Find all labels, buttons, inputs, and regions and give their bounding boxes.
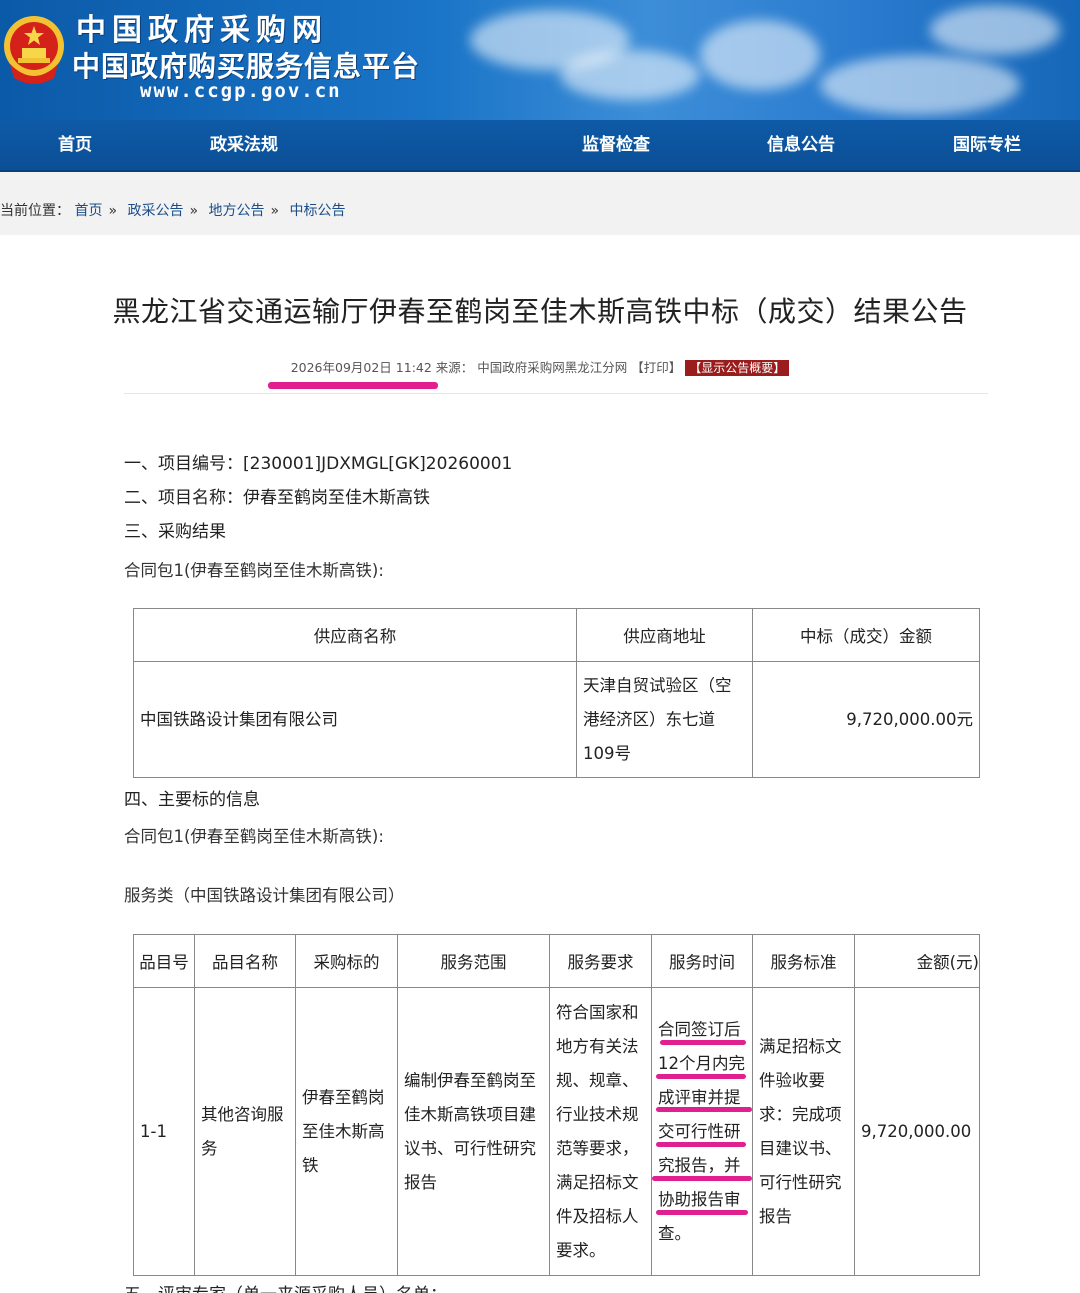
- column-header: 服务时间: [651, 934, 753, 988]
- subject-table: 品目号 品目名称 采购标的 服务范围 服务要求 服务时间 服务标准 金额(元) …: [133, 934, 980, 1276]
- service-type: 服务类（中国铁路设计集团有限公司）: [124, 886, 405, 905]
- column-header: 供应商名称: [133, 608, 577, 662]
- service-standard: 满足招标文件验收要求：完成项目建议书、可行性研究报告: [752, 987, 855, 1276]
- subject-heading: 四、主要标的信息: [124, 790, 260, 810]
- highlight-underline: [652, 1176, 752, 1181]
- award-amount: 9,720,000.00元: [752, 661, 980, 778]
- supplier-address: 天津自贸试验区（空港经济区）东七道109号: [576, 661, 753, 778]
- highlight-underline: [656, 1142, 746, 1147]
- result-table: 供应商名称 供应商地址 中标（成交）金额 中国铁路设计集团有限公司 天津自贸试验…: [133, 608, 980, 778]
- breadcrumb-procurement-notices[interactable]: 政采公告: [127, 203, 183, 219]
- table-row: 中国铁路设计集团有限公司 天津自贸试验区（空港经济区）东七道109号 9,720…: [133, 661, 980, 778]
- breadcrumb-separator: »: [189, 203, 199, 219]
- table-row: 1-1 其他咨询服务 伊春至鹤岗至佳木斯高铁 编制伊春至鹤岗至佳木斯高铁项目建议…: [133, 987, 980, 1276]
- result-heading: 三、采购结果: [124, 522, 226, 542]
- service-time: 合同签订后12个月内完成评审并提交可行性研究报告，并协助报告审查。: [651, 987, 753, 1276]
- experts-heading: 五、评审专家（单一来源采购人员）名单：: [124, 1280, 447, 1293]
- project-number: 一、项目编号：[230001]JDXMGL[GK]20260001: [124, 454, 513, 474]
- column-header: 采购标的: [295, 934, 398, 988]
- package-label: 合同包1(伊春至鹤岗至佳木斯高铁):: [124, 827, 384, 846]
- highlight-underline: [656, 1074, 746, 1079]
- package-label: 合同包1(伊春至鹤岗至佳木斯高铁):: [124, 561, 384, 580]
- item-name: 其他咨询服务: [194, 987, 296, 1276]
- source-name: 中国政府采购网黑龙江分网: [477, 360, 628, 375]
- article-meta: 2026年09月02日 11:42 来源： 中国政府采购网黑龙江分网 【打印】 …: [0, 357, 1080, 376]
- main-nav: 首页 政采法规 监督检查 信息公告 国际专栏: [0, 120, 1080, 172]
- nav-supervision[interactable]: 监督检查: [541, 120, 691, 170]
- amount: 9,720,000.00: [854, 987, 980, 1276]
- nav-international[interactable]: 国际专栏: [912, 120, 1062, 170]
- project-name: 二、项目名称：伊春至鹤岗至佳木斯高铁: [124, 488, 430, 508]
- breadcrumb-separator: »: [270, 203, 280, 219]
- supplier-name: 中国铁路设计集团有限公司: [133, 661, 577, 778]
- highlight-underline: [656, 1210, 748, 1215]
- column-header: 品目名称: [194, 934, 296, 988]
- column-header: 品目号: [133, 934, 195, 988]
- print-link[interactable]: 【打印】: [631, 360, 681, 375]
- service-scope: 编制伊春至鹤岗至佳木斯高铁项目建议书、可行性研究报告: [397, 987, 550, 1276]
- highlight-underline: [660, 1040, 746, 1045]
- source-label: 来源：: [435, 360, 474, 375]
- breadcrumb-award-notices[interactable]: 中标公告: [290, 203, 346, 219]
- highlight-underline: [268, 382, 438, 389]
- column-header: 服务要求: [549, 934, 652, 988]
- item-number: 1-1: [133, 987, 195, 1276]
- breadcrumb-home[interactable]: 首页: [74, 203, 102, 219]
- site-banner: 中国政府采购网 中国政府购买服务信息平台 www.ccgp.gov.cn: [0, 0, 1080, 120]
- nav-regulations[interactable]: 政采法规: [169, 120, 319, 170]
- table-header-row: 品目号 品目名称 采购标的 服务范围 服务要求 服务时间 服务标准 金额(元): [133, 934, 980, 988]
- highlight-underline: [656, 1107, 752, 1112]
- divider: [124, 393, 988, 394]
- column-header: 中标（成交）金额: [752, 608, 980, 662]
- national-emblem-icon: [2, 14, 66, 88]
- procurement-subject: 伊春至鹤岗至佳木斯高铁: [295, 987, 398, 1276]
- nav-home[interactable]: 首页: [0, 120, 150, 170]
- breadcrumb-separator: »: [108, 203, 118, 219]
- column-header: 金额(元): [854, 934, 980, 988]
- nav-announcements[interactable]: 信息公告: [726, 120, 876, 170]
- column-header: 服务标准: [752, 934, 855, 988]
- column-header: 供应商地址: [576, 608, 753, 662]
- breadcrumb-bar: 当前位置： 首页 » 政采公告 » 地方公告 » 中标公告: [0, 172, 1080, 235]
- platform-name: 中国政府购买服务信息平台: [72, 50, 421, 83]
- show-summary-button[interactable]: 【显示公告概要】: [685, 360, 790, 376]
- site-name: 中国政府采购网: [76, 13, 328, 48]
- page-title: 黑龙江省交通运输厅伊春至鹤岗至佳木斯高铁中标（成交）结果公告: [112, 295, 968, 328]
- breadcrumb: 当前位置： 首页 » 政采公告 » 地方公告 » 中标公告: [0, 200, 346, 220]
- column-header: 服务范围: [397, 934, 550, 988]
- breadcrumb-prefix: 当前位置：: [0, 203, 70, 219]
- site-url[interactable]: www.ccgp.gov.cn: [140, 80, 342, 102]
- publish-datetime: 2026年09月02日 11:42: [290, 360, 432, 375]
- breadcrumb-local-notices[interactable]: 地方公告: [209, 203, 265, 219]
- table-header-row: 供应商名称 供应商地址 中标（成交）金额: [133, 608, 980, 662]
- service-requirements: 符合国家和地方有关法规、规章、行业技术规范等要求，满足招标文件及招标人要求。: [549, 987, 652, 1276]
